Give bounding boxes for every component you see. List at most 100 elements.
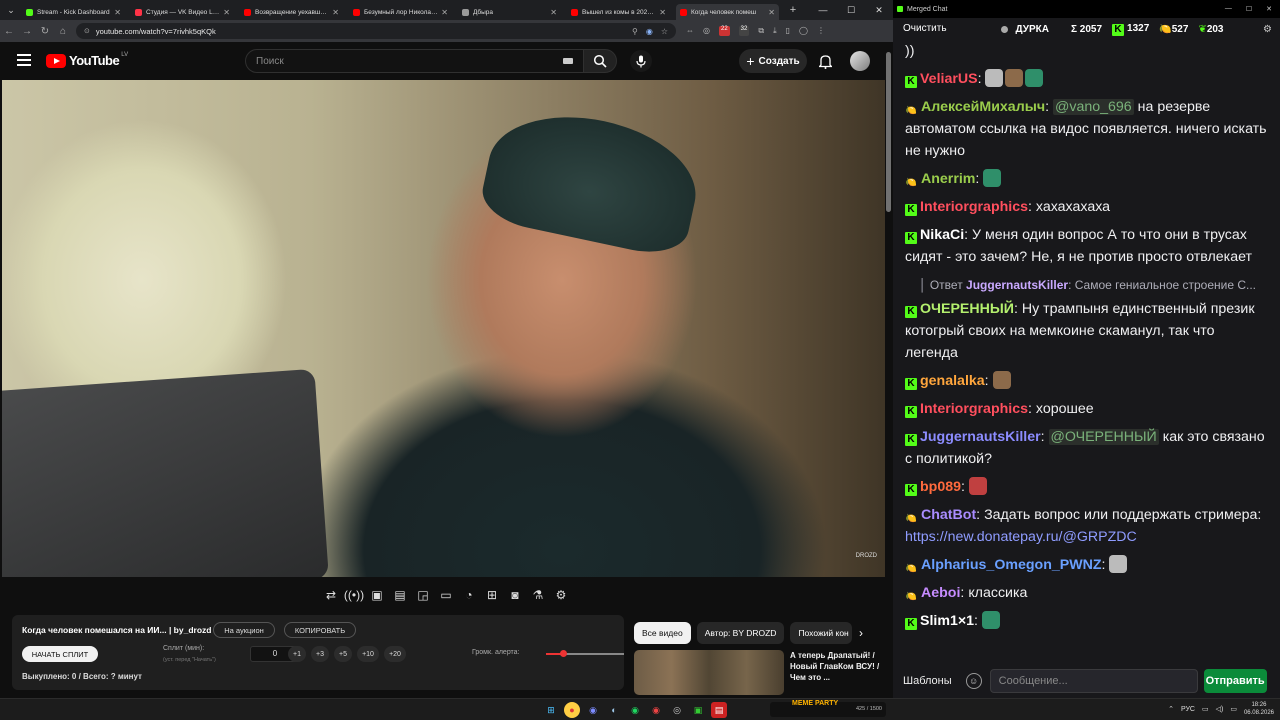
auction-button[interactable]: На аукцион	[213, 622, 275, 638]
subtitles-icon[interactable]: ▭	[437, 586, 455, 604]
increment-button[interactable]: +10	[357, 646, 379, 662]
tab-close-icon[interactable]: ✕	[659, 8, 666, 17]
tab-close-icon[interactable]: ✕	[114, 8, 121, 17]
chip-similar[interactable]: Похожий кон	[790, 622, 853, 644]
close-icon[interactable]: ✕	[865, 5, 893, 16]
chat-messages[interactable]: )) K VeliarUS: 🍋 АлексейМихалыч: @vano_696 …	[905, 40, 1271, 660]
templates-button[interactable]: Шаблоны	[903, 675, 952, 687]
message-input[interactable]: Сообщение...	[989, 668, 1198, 693]
chat-username[interactable]: Anerrim	[921, 171, 975, 187]
emoji-icon[interactable]: ☺	[965, 672, 982, 689]
alert-volume-slider[interactable]	[546, 650, 624, 657]
tab-close-icon[interactable]: ✕	[550, 8, 557, 17]
battery-icon[interactable]: ▭	[1230, 705, 1237, 713]
increment-button[interactable]: +20	[384, 646, 406, 662]
chip-all-videos[interactable]: Все видео	[634, 622, 691, 644]
chat-username[interactable]: VeliarUS	[920, 71, 978, 87]
new-tab-button[interactable]: +	[785, 4, 801, 16]
extension-icon-2[interactable]: ◎	[703, 26, 710, 36]
tab-close-icon[interactable]: ✕	[768, 8, 775, 17]
extensions-puzzle-icon[interactable]: ⧉	[758, 26, 764, 36]
site-info-icon[interactable]: ⊙	[84, 27, 90, 35]
chat-username[interactable]: Slim1×1	[920, 613, 974, 629]
browser-tab[interactable]: Безумный лор Николая Д ✕	[349, 4, 452, 20]
menu-icon[interactable]	[17, 54, 31, 69]
minimize-icon[interactable]: —	[1225, 5, 1232, 13]
clapperboard-icon[interactable]: ▤	[391, 586, 409, 604]
download-icon[interactable]: ⤓	[773, 26, 777, 36]
recommended-video-thumbnail[interactable]	[634, 650, 784, 695]
chat-username[interactable]: NikaCi	[920, 227, 964, 243]
maximize-icon[interactable]: ☐	[837, 5, 865, 16]
browser-menu-icon[interactable]: ⋮	[817, 26, 825, 36]
zoom-icon[interactable]: ⚲	[632, 27, 638, 36]
steam-icon[interactable]: ◐	[606, 702, 622, 718]
chat-username[interactable]: ОЧЕРЕННЫЙ	[920, 301, 1014, 317]
gear-icon[interactable]: ⚙	[1263, 24, 1272, 35]
chevron-right-icon[interactable]: ›	[852, 624, 870, 642]
create-button[interactable]: + Создать	[739, 49, 807, 73]
tab-close-icon[interactable]: ✕	[223, 8, 230, 17]
flask-icon[interactable]: ⚗	[529, 586, 547, 604]
chip-author[interactable]: Автор: BY DROZD	[696, 622, 785, 644]
app-icon-red[interactable]: ◉	[648, 702, 664, 718]
increment-button[interactable]: +3	[311, 646, 329, 662]
chat-username[interactable]: JuggernautsKiller	[920, 429, 1041, 445]
extension-badge-2[interactable]: 32	[738, 26, 750, 36]
forward-icon[interactable]: →	[18, 26, 36, 37]
stream-preview-widget[interactable]: MEME PARTY 425 / 1500	[770, 700, 886, 717]
chat-username[interactable]: Alpharius_Omegon_PWNZ	[921, 557, 1102, 573]
scrollbar-thumb[interactable]	[886, 52, 891, 212]
message-link[interactable]: https://new.donatepay.ru/@GRPZDC	[905, 529, 1137, 545]
loop-icon[interactable]: ⇄	[322, 586, 340, 604]
chat-username[interactable]: ChatBot	[921, 507, 976, 523]
notifications-button[interactable]	[816, 52, 834, 70]
broadcast-icon[interactable]: ((•))	[344, 586, 364, 604]
increment-button[interactable]: +1	[288, 646, 306, 662]
copy-button[interactable]: КОПИРОВАТЬ	[284, 622, 356, 638]
chrome-icon[interactable]: ●	[564, 702, 580, 718]
search-input[interactable]: Поиск	[245, 49, 583, 73]
browser-tab[interactable]: Возвращение уехавших ст ✕	[240, 4, 343, 20]
network-icon[interactable]: ▭	[1202, 705, 1209, 713]
clock[interactable]: 18:26 06.08.2026	[1244, 701, 1274, 717]
minimize-icon[interactable]: —	[809, 5, 837, 15]
back-icon[interactable]: ←	[0, 26, 18, 37]
chat-username[interactable]: genalalka	[920, 373, 985, 389]
maximize-icon[interactable]: ☐	[1246, 5, 1252, 13]
clear-button[interactable]: Очистить	[897, 20, 953, 38]
tab-search-icon[interactable]: ⌄	[0, 0, 22, 20]
page-scrollbar[interactable]	[885, 42, 893, 698]
user-mention[interactable]: @ОЧЕРЕННЫЙ	[1048, 429, 1159, 445]
screenshot-icon[interactable]: ◙	[506, 586, 524, 604]
profile-icon[interactable]: ◯	[799, 26, 808, 36]
chat-username[interactable]: Interiorgraphics	[920, 401, 1028, 417]
reload-icon[interactable]: ↻	[36, 26, 54, 37]
chat-username[interactable]: Interiorgraphics	[920, 199, 1028, 215]
close-icon[interactable]: ✕	[1266, 5, 1272, 13]
home-icon[interactable]: ⌂	[54, 26, 72, 37]
speed-icon[interactable]: ◔	[460, 586, 478, 604]
recommended-video-title[interactable]: А теперь Драпатый! / Новый ГлавКом ВСУ! …	[790, 650, 880, 683]
volume-icon[interactable]: ◁)	[1216, 705, 1224, 713]
tray-chevron-icon[interactable]: ⌃	[1168, 705, 1174, 713]
app-icon-red-2[interactable]: ▤	[711, 702, 727, 718]
volume-knob[interactable]	[560, 650, 568, 657]
extension-icon-1[interactable]: ⇔	[686, 26, 694, 36]
increment-button[interactable]: +5	[334, 646, 352, 662]
tab-close-icon[interactable]: ✕	[332, 8, 339, 17]
app-icon-green[interactable]: ▣	[690, 702, 706, 718]
search-button[interactable]	[583, 49, 617, 73]
tab-close-icon[interactable]: ✕	[441, 8, 448, 17]
obs-icon[interactable]: ◎	[669, 702, 685, 718]
browser-tab[interactable]: Когда человек помеш ✕	[676, 4, 779, 20]
gear-icon[interactable]: ⚙	[552, 586, 570, 604]
picture-in-picture-icon[interactable]: ◲	[414, 586, 432, 604]
translate-icon[interactable]: ◉	[646, 27, 653, 36]
start-split-button[interactable]: НАЧАТЬ СПЛИТ	[22, 646, 98, 662]
voice-search-button[interactable]	[630, 50, 652, 72]
reply-username[interactable]: JuggernautsKiller	[966, 278, 1068, 292]
send-button[interactable]: Отправить	[1203, 668, 1267, 693]
discord-icon[interactable]: ◉	[585, 702, 601, 718]
keyboard-icon[interactable]	[563, 58, 573, 64]
